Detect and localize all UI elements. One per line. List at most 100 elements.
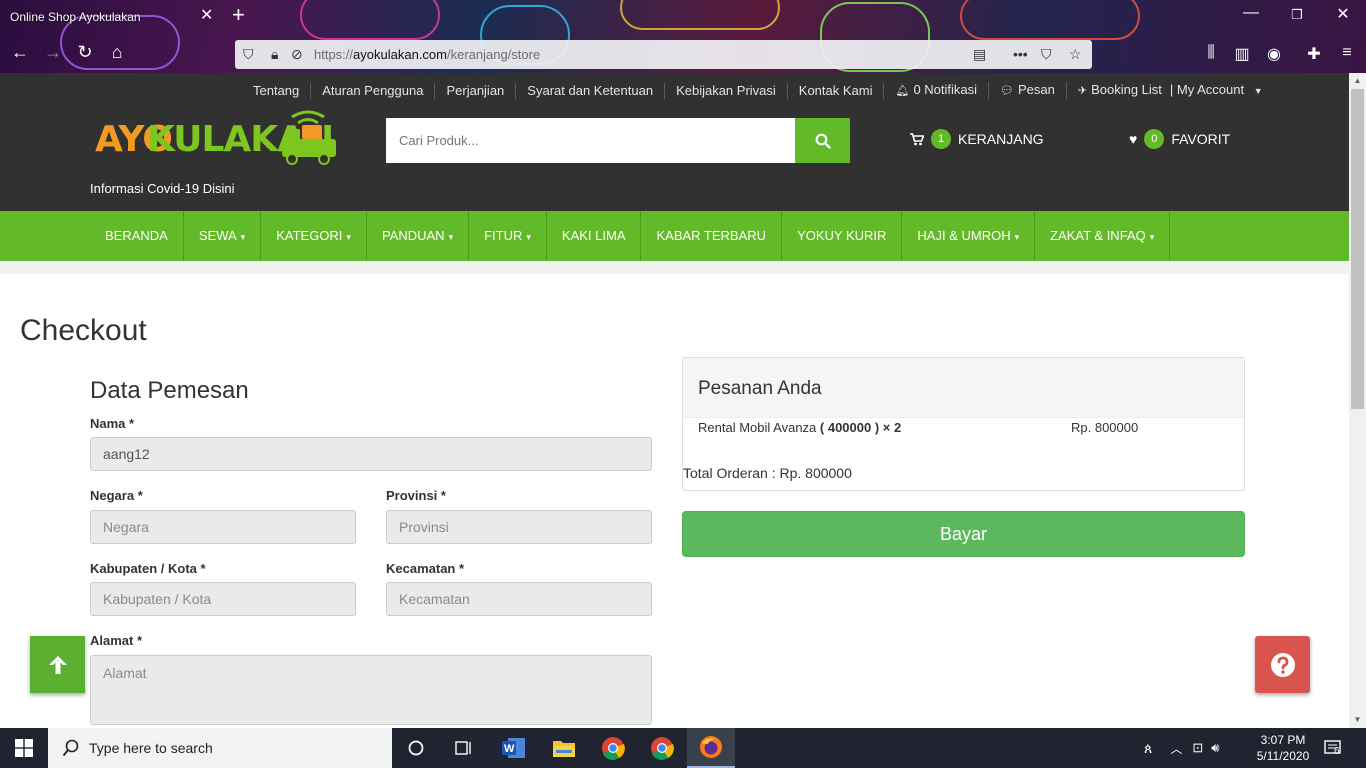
people-icon[interactable]: ጰ: [1144, 740, 1152, 757]
chrome-app[interactable]: [589, 728, 637, 768]
nav-kabar-terbaru[interactable]: KABAR TERBARU: [641, 211, 783, 261]
alamat-textarea[interactable]: Alamat: [90, 655, 652, 725]
order-summary-title: Pesanan Anda: [698, 378, 822, 399]
kabupaten-field[interactable]: Kabupaten / Kota: [90, 582, 356, 616]
menu-icon[interactable]: ≡: [1336, 44, 1358, 62]
chevron-up-icon[interactable]: ︿: [1170, 740, 1182, 757]
scroll-down-arrow-icon[interactable]: ▼: [1349, 712, 1366, 728]
firefox-app[interactable]: [687, 728, 735, 768]
bookmark-star-icon[interactable]: ☆: [1069, 46, 1082, 63]
window-close-icon[interactable]: ✕: [1328, 4, 1358, 24]
reader-view-icon[interactable]: ▤: [973, 46, 986, 63]
url-text[interactable]: https://ayokulakan.com/keranjang/store: [314, 47, 540, 62]
taskbar-clock[interactable]: 3:07 PM 5/11/2020: [1252, 732, 1314, 764]
clock-time: 3:07 PM: [1260, 733, 1306, 747]
restore-icon[interactable]: ❐: [1282, 7, 1312, 23]
clock-date: 5/11/2020: [1256, 749, 1310, 763]
account-icon[interactable]: ◉: [1263, 44, 1285, 64]
taskbar-search-box[interactable]: Type here to search: [48, 728, 392, 768]
covid-info-link[interactable]: Informasi Covid-19 Disini: [90, 181, 235, 196]
nav-zakat-infaq[interactable]: ZAKAT & INFAQ ▾: [1035, 211, 1171, 261]
back-icon[interactable]: ←: [8, 42, 32, 63]
new-tab-icon[interactable]: +: [232, 2, 245, 28]
pocket-icon[interactable]: ⛉: [1041, 46, 1052, 63]
favorite-count-badge: 0: [1144, 118, 1165, 160]
link-aturan-pengguna[interactable]: Aturan Pengguna: [311, 82, 436, 99]
page-scrollbar[interactable]: ▲ ▼: [1349, 73, 1366, 728]
home-icon[interactable]: ⌂: [105, 42, 129, 63]
negara-field[interactable]: Negara: [90, 510, 356, 544]
link-tentang[interactable]: Tentang: [242, 82, 312, 99]
help-button[interactable]: [1255, 636, 1310, 693]
word-app[interactable]: W: [490, 728, 538, 768]
forward-icon[interactable]: →: [41, 42, 65, 63]
tracking-icon[interactable]: ⊘: [291, 46, 303, 63]
task-view-icon: [455, 741, 471, 755]
my-account-dropdown[interactable]: | My Account ▼: [1166, 82, 1274, 99]
search-input[interactable]: [386, 118, 795, 163]
close-tab-icon[interactable]: ✕: [200, 5, 213, 25]
link-kebijakan-privasi[interactable]: Kebijakan Privasi: [665, 82, 788, 99]
scroll-to-top-button[interactable]: [30, 636, 85, 693]
nav-kategori[interactable]: KATEGORI ▾: [261, 211, 367, 261]
link-pesan[interactable]: 💬︎ Pesan: [989, 82, 1067, 99]
minimize-icon[interactable]: —: [1236, 4, 1266, 22]
cart-widget[interactable]: 1 KERANJANG: [910, 118, 1044, 160]
nama-field[interactable]: aang12: [90, 437, 652, 471]
cortana-button[interactable]: [392, 728, 440, 768]
shield-icon[interactable]: ⛉: [243, 46, 254, 63]
address-bar[interactable]: ⛉ 🔒︎ ⊘ https://ayokulakan.com/keranjang/…: [235, 40, 1092, 69]
main-nav: BERANDA SEWA ▾ KATEGORI ▾ PANDUAN ▾ FITUR ▾ …: [0, 211, 1349, 261]
chevron-down-icon: ▾: [526, 232, 531, 242]
library-icon[interactable]: ⫼: [1200, 44, 1222, 62]
link-booking-list[interactable]: ✈︎ Booking List: [1067, 82, 1166, 99]
url-domain: ayokulakan.com: [353, 47, 447, 62]
file-explorer-app[interactable]: [540, 728, 588, 768]
sidebar-icon[interactable]: ▥: [1231, 44, 1253, 64]
link-syarat[interactable]: Syarat dan Ketentuan: [516, 82, 666, 99]
kecamatan-field[interactable]: Kecamatan: [386, 582, 652, 616]
nav-beranda-label: BERANDA: [105, 228, 168, 243]
scroll-up-arrow-icon[interactable]: ▲: [1349, 73, 1366, 89]
search-button[interactable]: [795, 118, 850, 163]
order-total: Total Orderan : Rp. 800000: [683, 465, 852, 481]
scrollbar-thumb[interactable]: [1351, 89, 1364, 409]
nav-yokuy-kurir[interactable]: YOKUY KURIR: [782, 211, 903, 261]
more-actions-icon[interactable]: •••: [1013, 46, 1028, 62]
favorite-widget[interactable]: ♥ 0 FAVORIT: [1129, 118, 1230, 160]
system-tray: ጰ ︿ ⊡ 🔊︎: [1144, 728, 1219, 768]
provinsi-field[interactable]: Provinsi: [386, 510, 652, 544]
nav-kategori-label: KATEGORI: [276, 228, 343, 243]
nav-kaki-lima[interactable]: KAKI LIMA: [547, 211, 642, 261]
reload-icon[interactable]: ↻: [73, 42, 97, 63]
nav-haji-umroh[interactable]: HAJI & UMROH ▾: [902, 211, 1036, 261]
account-label: | My Account: [1169, 82, 1245, 97]
action-center-button[interactable]: 6: [1324, 728, 1342, 768]
pay-button[interactable]: Bayar: [682, 511, 1245, 557]
lock-icon[interactable]: 🔒︎: [271, 46, 278, 63]
page-title: Checkout: [20, 314, 147, 347]
nama-label: Nama *: [90, 416, 135, 431]
plane-icon: ✈︎: [1077, 85, 1088, 97]
nav-beranda[interactable]: BERANDA: [90, 211, 184, 261]
browser-tab[interactable]: Online Shop Ayokulakan: [0, 2, 228, 32]
negara-label: Negara *: [90, 488, 143, 503]
site-logo[interactable]: AYO KULAKAN: [95, 109, 345, 171]
start-button[interactable]: [0, 728, 48, 768]
divider-strip: [0, 261, 1349, 274]
link-notifikasi[interactable]: 🔔︎ 0 Notifikasi: [884, 82, 990, 99]
site-header: Tentang Aturan Pengguna Perjanjian Syara…: [0, 73, 1349, 211]
bell-icon: 🔔︎: [895, 85, 910, 97]
volume-icon[interactable]: 🔊︎: [1211, 740, 1219, 756]
nav-panduan[interactable]: PANDUAN ▾: [367, 211, 470, 261]
chevron-down-icon: ▾: [1014, 232, 1020, 242]
link-kontak-kami[interactable]: Kontak Kami: [788, 82, 885, 99]
chrome-app-2[interactable]: [638, 728, 686, 768]
network-icon[interactable]: ⊡: [1192, 740, 1203, 756]
link-perjanjian[interactable]: Perjanjian: [435, 82, 517, 99]
extension-icon[interactable]: ✚: [1303, 44, 1325, 64]
order-item-total: Rp. 800000: [1071, 420, 1139, 435]
task-view-button[interactable]: [440, 728, 488, 768]
nav-fitur[interactable]: FITUR ▾: [469, 211, 547, 261]
nav-sewa[interactable]: SEWA ▾: [184, 211, 262, 261]
